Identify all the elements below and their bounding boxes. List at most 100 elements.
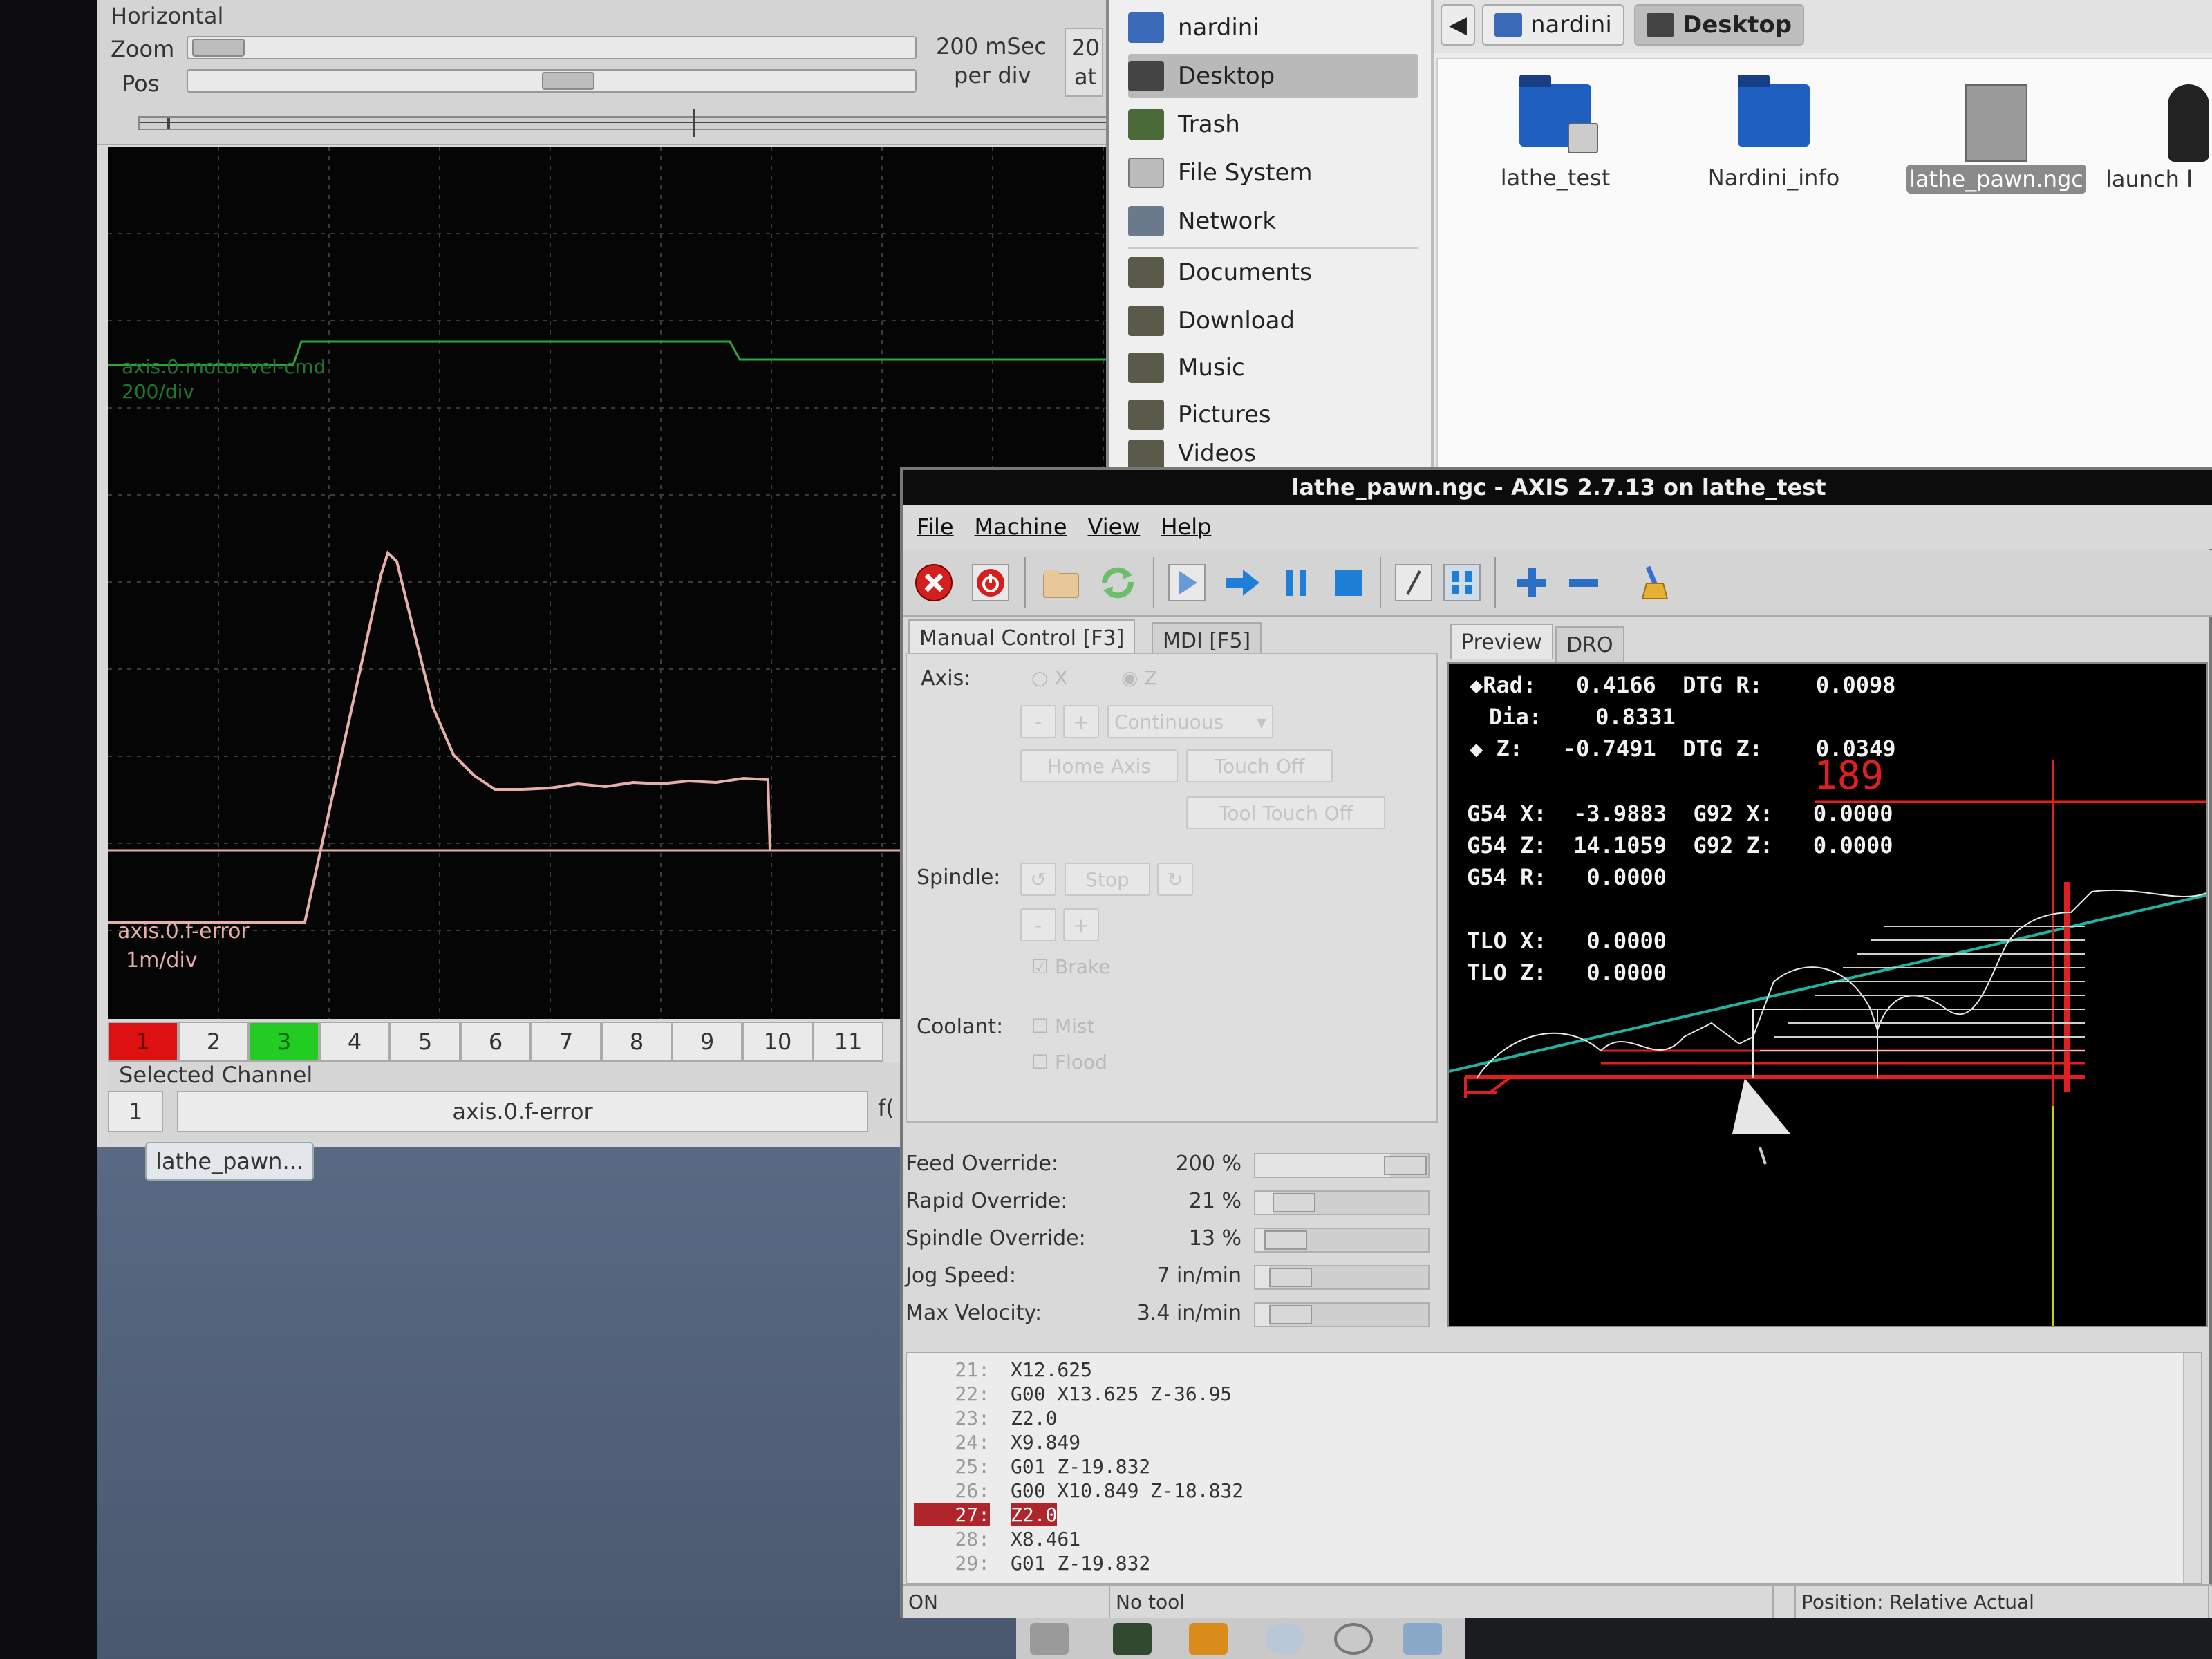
override-slider[interactable] [1254,1302,1430,1327]
record-position-bar[interactable] [138,109,1113,137]
pos-slider[interactable] [187,69,917,93]
channel-4-button[interactable]: 4 [319,1022,390,1062]
menu-machine[interactable]: Machine [975,514,1067,540]
toolpath-preview[interactable]: ◆Rad: 0.4166 DTG R: 0.0098 Dia: 0.8331 ◆… [1447,662,2208,1327]
spindle-ccw-button[interactable]: ↺ [1020,863,1056,896]
gcode-line[interactable]: 25: G01 Z-19.832 [914,1454,1150,1478]
jog-minus-button[interactable]: - [1020,705,1056,738]
place-desktop[interactable]: Desktop [1128,54,1418,98]
jog-increment-select[interactable]: Continuous ▾ [1107,705,1273,738]
gcode-listing[interactable]: 21: X12.625 22: G00 X13.625 Z-36.95 23: Z2.0 2… [906,1352,2202,1584]
run-button[interactable] [1164,560,1210,606]
channel-9-button[interactable]: 9 [672,1022,742,1062]
jog-plus-button[interactable]: + [1063,705,1099,738]
selected-channel-source[interactable]: axis.0.f-error [177,1091,868,1132]
gcode-scrollbar[interactable] [2183,1353,2201,1583]
channel-10-button[interactable]: 10 [742,1022,813,1062]
spindle-stop-button[interactable]: Stop [1065,863,1150,896]
channel-2-button[interactable]: 2 [178,1022,249,1062]
axis-radio-x[interactable]: ○ X [1031,666,1068,689]
flood-checkbox[interactable]: ☐ Flood [1031,1051,1107,1074]
channel-8-button[interactable]: 8 [601,1022,672,1062]
file-lathe-pawn-ngc[interactable]: lathe_pawn.ngc [1906,84,2086,194]
file-launch[interactable]: launch l [2106,84,2212,192]
gcode-line[interactable]: 29: G01 Z-19.832 [914,1551,1150,1575]
zoom-slider-knob[interactable] [192,39,245,57]
touch-off-button[interactable]: Touch Off [1186,749,1333,782]
open-file-button[interactable] [1038,560,1084,606]
reload-file-button[interactable] [1095,560,1141,606]
block-delete-button[interactable] [1391,560,1436,606]
gcode-line[interactable]: 22: G00 X13.625 Z-36.95 [914,1382,1232,1405]
menu-file[interactable]: File [917,514,954,540]
tool-touch-off-button[interactable]: Tool Touch Off [1186,796,1385,830]
file-nardini-info[interactable]: Nardini_info [1684,75,1864,191]
machine-power-button[interactable] [968,560,1013,606]
override-slider-knob[interactable] [1273,1193,1315,1212]
place-trash[interactable]: Trash [1128,102,1418,147]
gcode-current-line[interactable]: 27: Z2.0 [914,1503,1058,1526]
gcode-line[interactable]: 24: X9.849 [914,1430,1080,1454]
override-slider[interactable] [1254,1190,1430,1215]
zoom-in-button[interactable] [1508,560,1554,606]
brake-checkbox[interactable]: ☑ Brake [1031,955,1110,978]
path-desktop[interactable]: Desktop [1634,4,1805,46]
taskbar-window-button[interactable]: lathe_pawn... [145,1142,314,1181]
override-slider-knob[interactable] [1269,1305,1312,1324]
home-axis-button[interactable]: Home Axis [1020,749,1178,782]
override-slider-knob[interactable] [1384,1156,1427,1175]
file-lathe-test[interactable]: lathe_test [1465,75,1645,191]
stop-button[interactable] [1326,560,1371,606]
place-network[interactable]: Network [1128,199,1418,243]
estop-button[interactable] [911,560,957,606]
sample-rate-box[interactable]: 20 at [1065,28,1103,97]
gcode-line[interactable]: 23: Z2.0 [914,1406,1057,1430]
clear-backplot-button[interactable] [1631,560,1677,606]
place-videos[interactable]: Videos [1128,440,1418,470]
place-nardini[interactable]: nardini [1128,6,1418,50]
step-button[interactable] [1219,560,1265,606]
override-slider[interactable] [1254,1228,1430,1253]
override-slider-knob[interactable] [1264,1230,1307,1250]
gcode-line[interactable]: 26: G00 X10.849 Z-18.832 [914,1479,1244,1502]
channel-7-button[interactable]: 7 [531,1022,601,1062]
channel-3-button[interactable]: 3 [249,1022,319,1062]
menu-view[interactable]: View [1088,514,1141,540]
axis-radio-z[interactable]: ◉ Z [1121,666,1158,689]
place-music[interactable]: Music [1128,346,1418,390]
tab-dro[interactable]: DRO [1555,626,1624,662]
path-back-button[interactable]: ◀ [1441,4,1475,46]
mist-checkbox[interactable]: ☐ Mist [1031,1015,1095,1038]
spindle-cw-button[interactable]: ↻ [1157,863,1193,896]
pause-button[interactable] [1273,560,1319,606]
place-file-system[interactable]: File System [1128,151,1418,195]
files-launcher-icon[interactable] [1030,1623,1069,1655]
place-pictures[interactable]: Pictures [1128,393,1418,437]
override-slider[interactable] [1254,1153,1430,1178]
zoom-out-button[interactable] [1561,560,1606,606]
editor-launcher-icon[interactable] [1189,1623,1228,1655]
terminal-launcher-icon[interactable] [1113,1623,1152,1655]
browser-launcher-icon[interactable] [1265,1623,1304,1655]
folder-launcher-icon[interactable] [1403,1623,1442,1655]
search-launcher-icon[interactable] [1334,1623,1373,1655]
override-slider[interactable] [1254,1265,1430,1290]
channel-6-button[interactable]: 6 [460,1022,531,1062]
menu-help[interactable]: Help [1161,514,1211,540]
gcode-line[interactable]: 28: X8.461 [914,1527,1080,1550]
gcode-line[interactable]: 21: X12.625 [914,1358,1092,1381]
spindle-slower-button[interactable]: - [1020,908,1056,941]
override-slider-knob[interactable] [1269,1268,1312,1287]
channel-11-button[interactable]: 11 [813,1022,883,1062]
zoom-slider[interactable] [187,36,917,59]
optional-stop-button[interactable] [1439,560,1485,606]
place-download[interactable]: Download [1128,299,1418,343]
spindle-faster-button[interactable]: + [1063,908,1099,941]
path-nardini[interactable]: nardini [1482,4,1624,46]
channel-5-button[interactable]: 5 [390,1022,460,1062]
tab-manual-control[interactable]: Manual Control [F3] [908,619,1136,655]
tab-preview[interactable]: Preview [1450,624,1553,659]
channel-1-button[interactable]: 1 [108,1022,178,1062]
pos-slider-knob[interactable] [542,72,594,90]
place-documents[interactable]: Documents [1128,250,1418,294]
